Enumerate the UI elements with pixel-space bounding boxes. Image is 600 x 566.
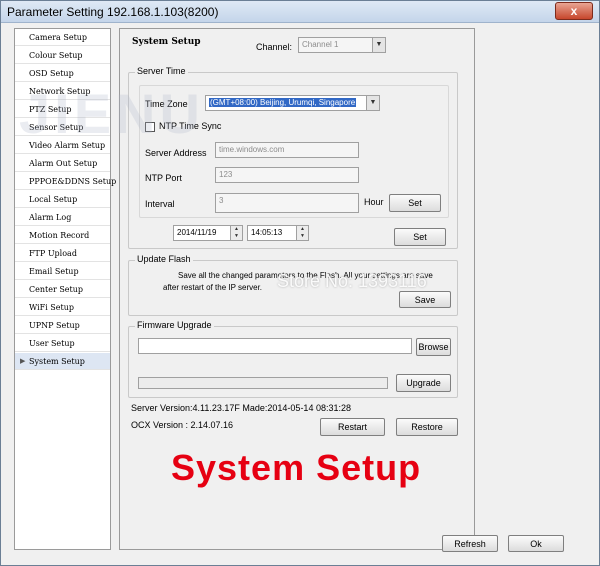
sidebar-item[interactable]: Motion Record xyxy=(15,227,110,244)
sidebar-item[interactable]: User Setup xyxy=(15,335,110,352)
sidebar-item[interactable]: Camera Setup xyxy=(15,29,110,46)
sidebar-item-label: Email Setup xyxy=(29,267,79,276)
server-address-input[interactable]: time.windows.com xyxy=(215,142,359,158)
sidebar-item[interactable]: ▶ System Setup xyxy=(15,353,110,370)
time-value: 14:05:13 xyxy=(251,228,283,237)
sidebar-item-label: FTP Upload xyxy=(29,249,77,258)
firmware-upgrade-label: Firmware Upgrade xyxy=(135,320,214,330)
ok-button[interactable]: Ok xyxy=(508,535,564,552)
time-input[interactable]: 14:05:13 ▲ ▼ xyxy=(247,225,309,241)
sidebar-item-label: Motion Record xyxy=(29,231,90,240)
spin-down-icon: ▼ xyxy=(234,233,239,239)
sidebar-item-label: Center Setup xyxy=(29,285,84,294)
chevron-down-icon: ▼ xyxy=(366,96,379,110)
spin-up-icon: ▲ xyxy=(300,226,305,232)
sidebar-item[interactable]: Colour Setup xyxy=(15,47,110,64)
sidebar-item-label: Alarm Log xyxy=(29,213,72,222)
firmware-path-input[interactable] xyxy=(138,338,412,354)
channel-label: Channel: xyxy=(256,42,293,52)
parameter-setting-window: Parameter Setting 192.168.1.103(8200) x … xyxy=(0,0,600,566)
upgrade-button[interactable]: Upgrade xyxy=(396,374,451,392)
set-interval-button[interactable]: Set xyxy=(389,194,441,212)
save-button[interactable]: Save xyxy=(399,291,451,308)
sidebar-item-label: Camera Setup xyxy=(29,33,88,42)
spin-down-icon: ▼ xyxy=(300,233,305,239)
sidebar-item-label: User Setup xyxy=(29,339,75,348)
sidebar-item[interactable]: Local Setup xyxy=(15,191,110,208)
hour-label: Hour xyxy=(364,197,384,207)
interval-label: Interval xyxy=(145,199,175,209)
sidebar-item[interactable]: WiFi Setup xyxy=(15,299,110,316)
sidebar-item[interactable]: PPPOE&DDNS Setup xyxy=(15,173,116,190)
update-flash-text-line2: after restart of the IP server. xyxy=(163,283,263,292)
date-input[interactable]: 2014/11/19 ▲ ▼ xyxy=(173,225,243,241)
date-value: 2014/11/19 xyxy=(177,228,217,237)
date-spinner[interactable]: ▲ ▼ xyxy=(230,226,242,240)
spin-up-icon: ▲ xyxy=(234,226,239,232)
watermark-logo: JIENU xyxy=(19,82,204,145)
restore-button[interactable]: Restore xyxy=(396,418,458,436)
panel-heading: System Setup xyxy=(132,37,201,47)
timezone-value: (GMT+08:00) Beijing, Urumqi, Singapore xyxy=(209,98,357,107)
timezone-select[interactable]: (GMT+08:00) Beijing, Urumqi, Singapore ▼ xyxy=(205,95,380,111)
channel-select-value: Channel 1 xyxy=(302,40,339,49)
sidebar-item[interactable]: Email Setup xyxy=(15,263,110,280)
server-time-label: Server Time xyxy=(135,66,188,76)
refresh-button[interactable]: Refresh xyxy=(442,535,498,552)
ntp-port-label: NTP Port xyxy=(145,173,182,183)
update-flash-label: Update Flash xyxy=(135,254,193,264)
sidebar-item[interactable]: FTP Upload xyxy=(15,245,110,262)
close-button[interactable]: x xyxy=(555,2,593,20)
sidebar-item-label: Local Setup xyxy=(29,195,78,204)
sidebar-item-label: Alarm Out Setup xyxy=(29,159,98,168)
store-watermark: Store No: 1393116 xyxy=(277,271,427,291)
sidebar-item-label: System Setup xyxy=(29,357,85,366)
sidebar-item[interactable]: Alarm Log xyxy=(15,209,110,226)
upgrade-progress-bar xyxy=(138,377,388,389)
sidebar-item-label: PPPOE&DDNS Setup xyxy=(29,177,117,186)
ocx-version-text: OCX Version : 2.14.07.16 xyxy=(131,420,234,430)
overlay-caption: System Setup xyxy=(171,447,422,488)
chevron-right-icon: ▶ xyxy=(20,357,26,365)
browse-button[interactable]: Browse xyxy=(416,338,451,356)
sidebar-item-label: UPNP Setup xyxy=(29,321,80,330)
interval-input[interactable]: 3 xyxy=(215,193,359,213)
set-time-button[interactable]: Set xyxy=(394,228,446,246)
ntp-port-input[interactable]: 123 xyxy=(215,167,359,183)
chevron-down-icon: ▼ xyxy=(372,38,385,52)
sidebar-item[interactable]: Center Setup xyxy=(15,281,110,298)
restart-button[interactable]: Restart xyxy=(320,418,385,436)
sidebar-item[interactable]: UPNP Setup xyxy=(15,317,110,334)
sidebar-item-label: OSD Setup xyxy=(29,69,74,78)
server-address-label: Server Address xyxy=(145,148,207,158)
sidebar-item[interactable]: Alarm Out Setup xyxy=(15,155,110,172)
server-version-text: Server Version:4.11.23.17F Made:2014-05-… xyxy=(131,403,351,413)
firmware-upgrade-group: Firmware Upgrade Browse Upgrade xyxy=(128,320,458,398)
sidebar-item-label: Colour Setup xyxy=(29,51,83,60)
sidebar-item-label: WiFi Setup xyxy=(29,303,74,312)
time-spinner[interactable]: ▲ ▼ xyxy=(296,226,308,240)
sidebar-item[interactable]: OSD Setup xyxy=(15,65,110,82)
window-title: Parameter Setting 192.168.1.103(8200) xyxy=(7,5,219,19)
channel-select[interactable]: Channel 1 ▼ xyxy=(298,37,386,53)
title-bar: Parameter Setting 192.168.1.103(8200) x xyxy=(1,1,599,23)
